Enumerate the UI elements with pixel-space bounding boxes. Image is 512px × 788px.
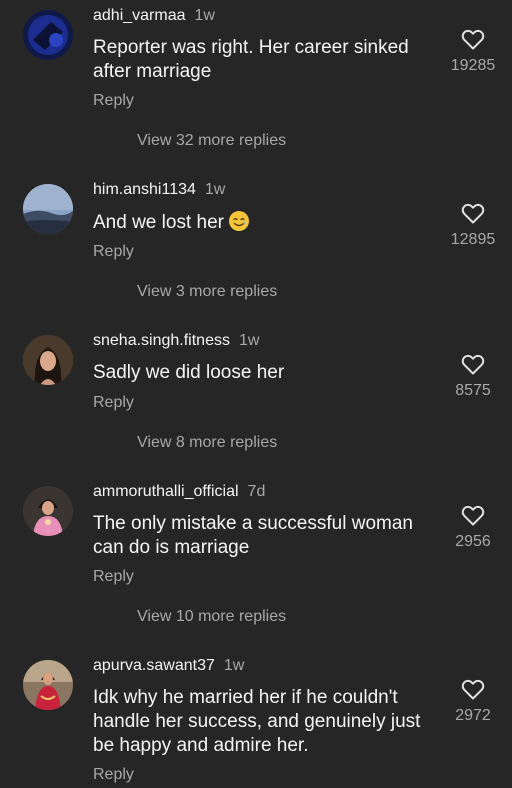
view-more-replies-button[interactable]: View 32 more replies [137, 132, 286, 150]
like-count: 2972 [455, 707, 491, 724]
comment-text: Idk why he married her if he couldn't ha… [93, 687, 421, 756]
like-control: 19285 [442, 28, 504, 75]
like-count: 2956 [455, 533, 491, 550]
comment-username[interactable]: adhi_varmaa 1w [93, 7, 215, 25]
like-count: 8575 [455, 382, 491, 399]
reply-button[interactable]: Reply [93, 394, 134, 412]
avatar[interactable] [23, 660, 73, 710]
smiling-face-with-tear-emoji [228, 211, 249, 231]
comment-timestamp: 1w [204, 181, 226, 198]
comment-username[interactable]: sneha.singh.fitness 1w [93, 332, 259, 350]
username-text[interactable]: apurva.sawant37 [93, 657, 215, 674]
comment-text: The only mistake a successful woman can … [93, 513, 413, 558]
avatar[interactable] [23, 184, 73, 234]
like-count: 19285 [450, 57, 496, 74]
like-control: 12895 [442, 202, 504, 249]
reply-button[interactable]: Reply [93, 243, 134, 261]
comment-text: Sadly we did loose her [93, 362, 285, 383]
view-more-replies-button[interactable]: View 8 more replies [137, 434, 277, 452]
username-text[interactable]: him.anshi1134 [93, 181, 196, 198]
username-text[interactable]: adhi_varmaa [93, 7, 186, 24]
comment-timestamp: 1w [223, 657, 245, 674]
comment-username[interactable]: him.anshi1134 1w [93, 181, 225, 199]
view-more-replies-button[interactable]: View 10 more replies [137, 608, 286, 626]
heart-outline-icon[interactable] [461, 28, 485, 50]
comment-text-content: And we lost her [93, 212, 224, 233]
avatar[interactable] [23, 335, 73, 385]
heart-outline-icon[interactable] [461, 202, 485, 224]
comment-timestamp: 1w [194, 7, 215, 24]
reply-button[interactable]: Reply [93, 568, 134, 586]
comment-timestamp: 1w [238, 332, 260, 349]
reply-button[interactable]: Reply [93, 766, 134, 784]
comment-username[interactable]: apurva.sawant37 1w [93, 657, 244, 675]
like-control: 2972 [442, 678, 504, 725]
heart-outline-icon[interactable] [461, 678, 485, 700]
reply-button[interactable]: Reply [93, 92, 134, 110]
heart-outline-icon[interactable] [461, 353, 485, 375]
like-control: 8575 [442, 353, 504, 400]
avatar[interactable] [23, 486, 73, 536]
comment-timestamp: 7d [247, 483, 266, 500]
comment-text: Reporter was right. Her career sinked af… [93, 37, 409, 82]
like-count: 12895 [450, 231, 496, 248]
comment-username[interactable]: ammoruthalli_official 7d [93, 483, 265, 501]
comment-text: And we lost her [93, 210, 438, 235]
avatar[interactable] [23, 10, 73, 60]
view-more-replies-button[interactable]: View 3 more replies [137, 283, 277, 301]
username-text[interactable]: sneha.singh.fitness [93, 332, 230, 349]
like-control: 2956 [442, 504, 504, 551]
username-text[interactable]: ammoruthalli_official [93, 483, 239, 500]
heart-outline-icon[interactable] [461, 504, 485, 526]
